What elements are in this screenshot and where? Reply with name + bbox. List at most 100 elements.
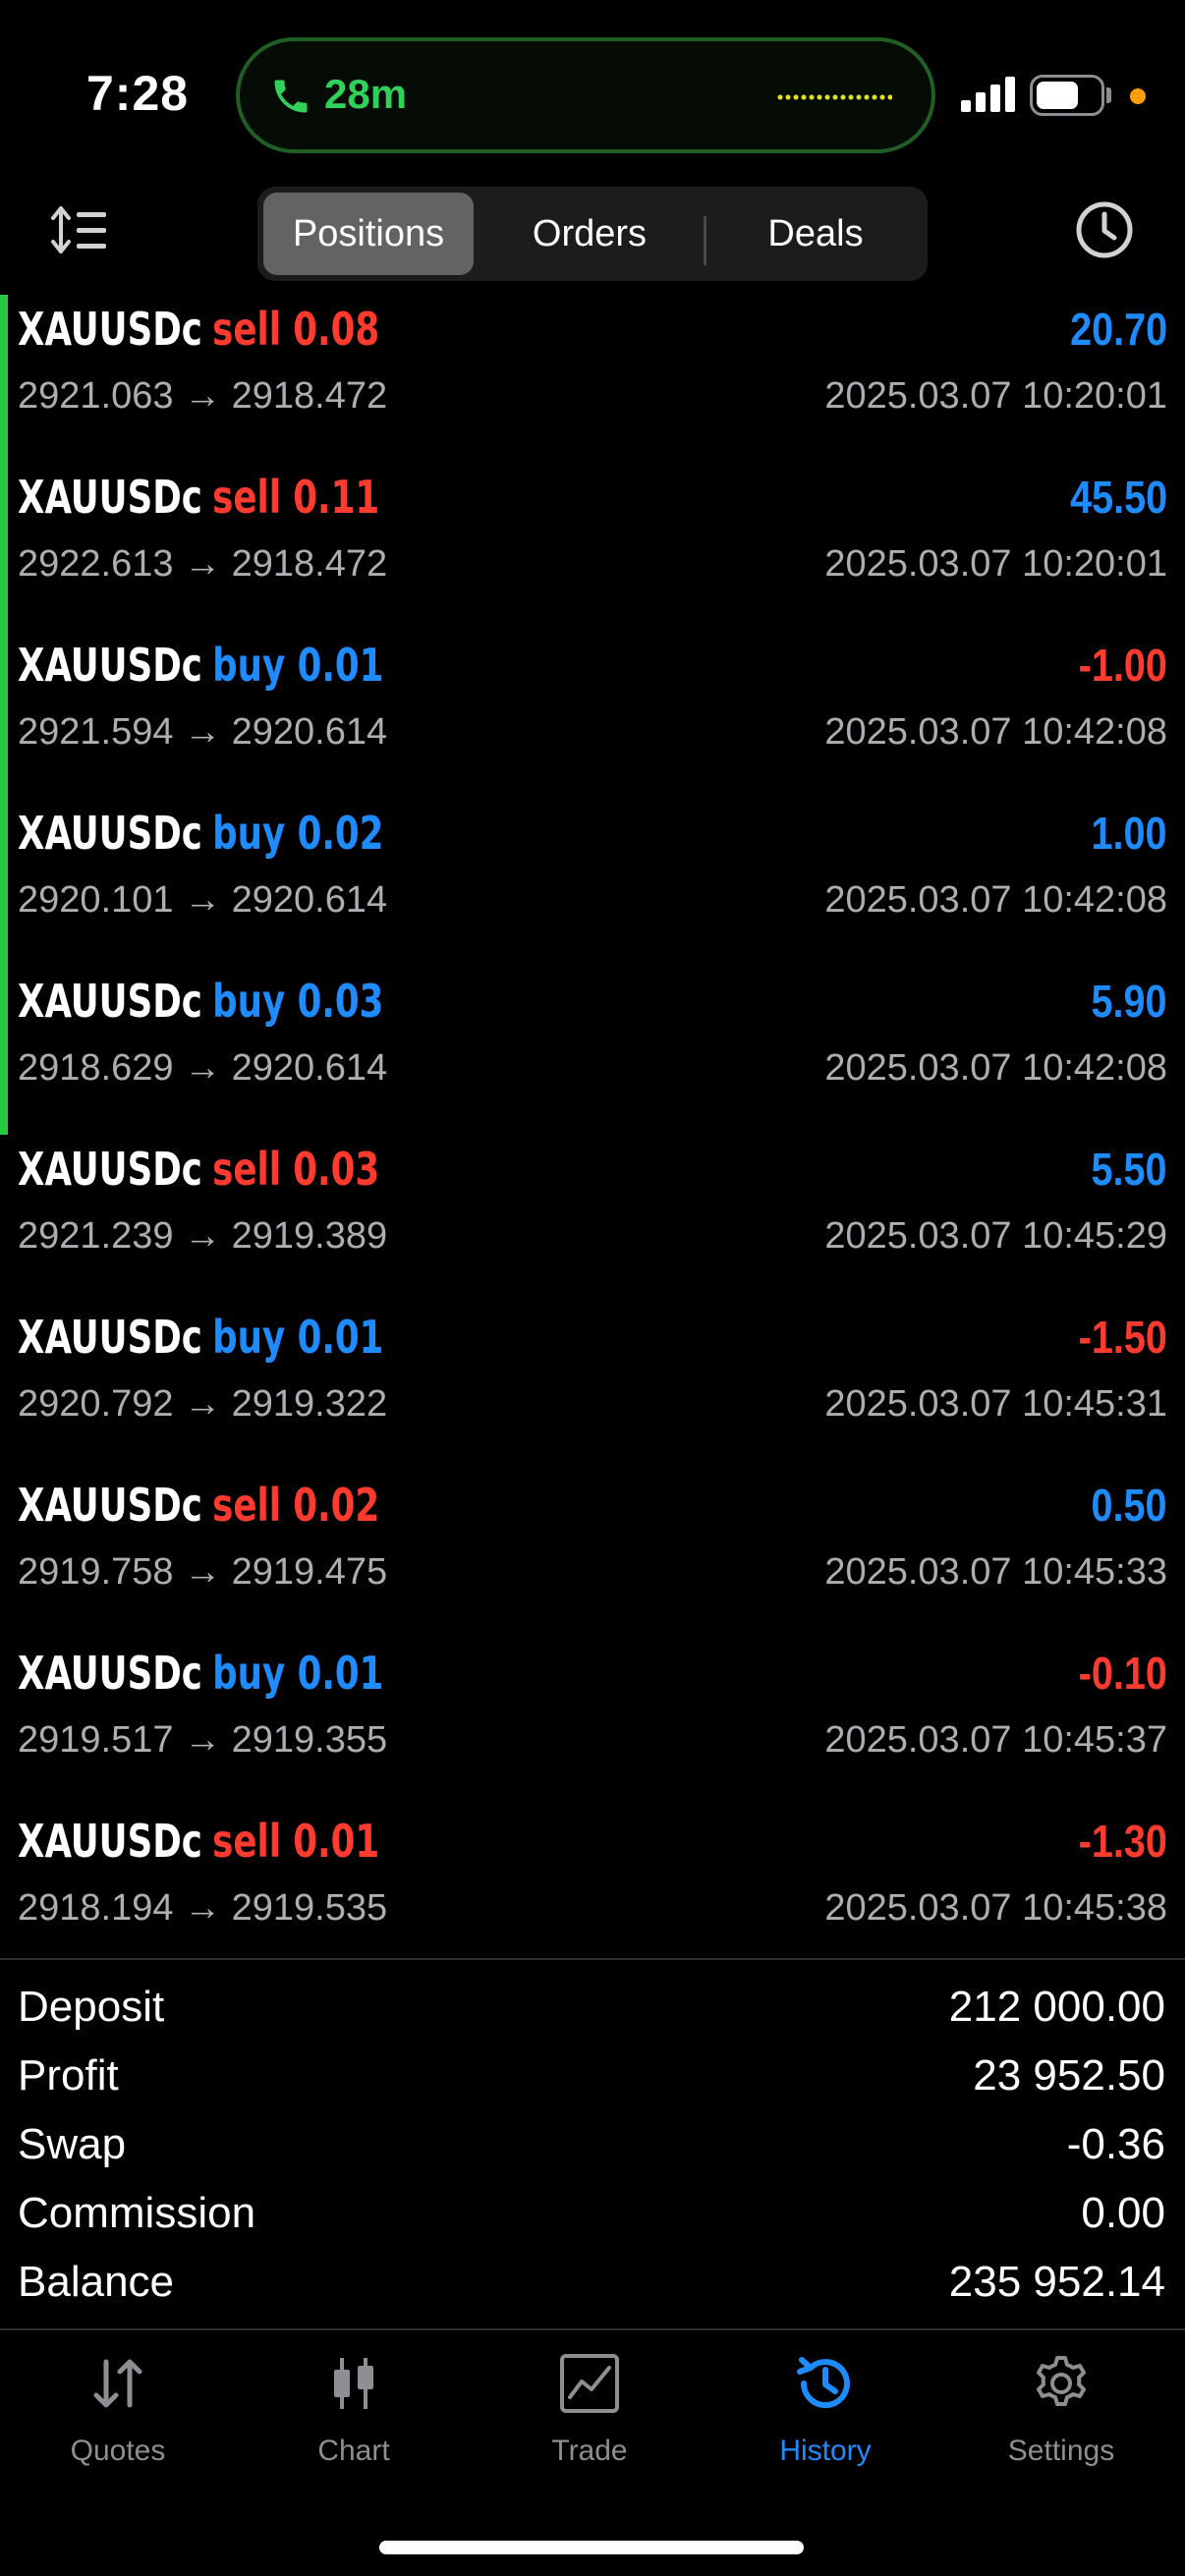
tab-chart[interactable]: Chart bbox=[236, 2332, 472, 2480]
summary-label: Balance bbox=[18, 2258, 175, 2306]
timestamp: 2025.03.07 10:45:37 bbox=[824, 1719, 1167, 1761]
tab-positions[interactable]: Positions bbox=[263, 193, 474, 275]
profit: 0.50 bbox=[1092, 1480, 1167, 1531]
side: sell bbox=[212, 1143, 281, 1196]
symbol: XAUUSDc bbox=[18, 807, 202, 860]
summary-row-swap: Swap -0.36 bbox=[0, 2110, 1185, 2179]
tab-settings[interactable]: Settings bbox=[943, 2332, 1179, 2480]
volume: 0.03 bbox=[297, 975, 384, 1028]
symbol: XAUUSDc bbox=[18, 471, 202, 524]
open-price: 2918.629 bbox=[18, 1047, 174, 1089]
volume: 0.02 bbox=[293, 1479, 380, 1532]
symbol: XAUUSDc bbox=[18, 975, 202, 1028]
account-summary: Deposit 212 000.00 Profit 23 952.50 Swap… bbox=[0, 1973, 1185, 2317]
close-price: 2919.475 bbox=[231, 1551, 388, 1593]
highlight-bar bbox=[0, 295, 8, 463]
tab-label: Trade bbox=[551, 2435, 628, 2467]
timestamp: 2025.03.07 10:45:29 bbox=[824, 1215, 1167, 1257]
summary-row-profit: Profit 23 952.50 bbox=[0, 2042, 1185, 2110]
arrow-icon: → bbox=[184, 1215, 222, 1257]
timestamp: 2025.03.07 10:42:08 bbox=[824, 879, 1167, 921]
list-item[interactable]: XAUUSDc buy 0.01 2920.792 → 2919.322 -1.5… bbox=[0, 1303, 1185, 1471]
quotes-arrows-icon bbox=[93, 2359, 142, 2408]
side: buy bbox=[212, 807, 286, 860]
arrow-icon: → bbox=[184, 1383, 222, 1425]
volume: 0.11 bbox=[293, 471, 380, 524]
profit: -1.50 bbox=[1078, 1312, 1167, 1363]
list-item[interactable]: XAUUSDc buy 0.03 2918.629 → 2920.614 5.90… bbox=[0, 967, 1185, 1135]
side: buy bbox=[212, 639, 286, 692]
list-item[interactable]: XAUUSDc buy 0.02 2920.101 → 2920.614 1.00… bbox=[0, 799, 1185, 967]
list-item[interactable]: XAUUSDc sell 0.03 2921.239 → 2919.389 5.5… bbox=[0, 1135, 1185, 1303]
close-price: 2918.472 bbox=[231, 375, 388, 417]
call-duration: 28m bbox=[324, 71, 408, 117]
history-screen: 7:28 28m Positions Orders Deals XAUUSDc … bbox=[0, 0, 1185, 2576]
symbol: XAUUSDc bbox=[18, 1479, 202, 1532]
close-price: 2919.389 bbox=[231, 1215, 388, 1257]
segmented-control: Positions Orders Deals bbox=[257, 187, 928, 281]
summary-label: Deposit bbox=[18, 1983, 165, 2031]
list-item[interactable]: XAUUSDc sell 0.01 2918.194 → 2919.535 -1.… bbox=[0, 1807, 1185, 1975]
clock-icon[interactable] bbox=[1073, 198, 1136, 261]
volume: 0.01 bbox=[297, 1647, 384, 1700]
symbol: XAUUSDc bbox=[18, 1815, 202, 1868]
profit: -1.00 bbox=[1078, 640, 1167, 691]
open-price: 2922.613 bbox=[18, 543, 174, 585]
mic-indicator bbox=[1130, 88, 1146, 104]
volume: 0.01 bbox=[297, 639, 384, 692]
highlight-bar bbox=[0, 799, 8, 967]
summary-row-commission: Commission 0.00 bbox=[0, 2179, 1185, 2248]
divider bbox=[0, 1958, 1185, 1960]
open-price: 2920.101 bbox=[18, 879, 174, 921]
list-item[interactable]: XAUUSDc sell 0.02 2919.758 → 2919.475 0.5… bbox=[0, 1471, 1185, 1639]
arrow-icon: → bbox=[184, 1719, 222, 1761]
profit: 5.90 bbox=[1092, 976, 1167, 1027]
close-price: 2918.472 bbox=[231, 543, 388, 585]
summary-row-balance: Balance 235 952.14 bbox=[0, 2248, 1185, 2317]
tab-label: History bbox=[779, 2435, 872, 2467]
list-item[interactable]: XAUUSDc sell 0.08 2921.063 → 2918.472 20.… bbox=[0, 295, 1185, 463]
symbol: XAUUSDc bbox=[18, 1647, 202, 1700]
tab-deals[interactable]: Deals bbox=[709, 193, 922, 275]
side: sell bbox=[212, 1815, 281, 1868]
open-price: 2921.594 bbox=[18, 711, 174, 753]
tab-history[interactable]: History bbox=[707, 2332, 943, 2480]
profit: 45.50 bbox=[1069, 472, 1167, 523]
profit: -1.30 bbox=[1078, 1816, 1167, 1867]
list-item[interactable]: XAUUSDc sell 0.11 2922.613 → 2918.472 45.… bbox=[0, 463, 1185, 631]
tab-trade[interactable]: Trade bbox=[472, 2332, 707, 2480]
arrow-icon: → bbox=[184, 1551, 222, 1593]
volume: 0.01 bbox=[297, 1311, 384, 1364]
sort-icon[interactable] bbox=[49, 198, 112, 261]
side: buy bbox=[212, 1647, 286, 1700]
arrow-icon: → bbox=[184, 375, 222, 417]
home-indicator[interactable] bbox=[379, 2541, 804, 2554]
profit: 5.50 bbox=[1092, 1144, 1167, 1195]
close-price: 2920.614 bbox=[231, 1047, 388, 1089]
list-item[interactable]: XAUUSDc buy 0.01 2921.594 → 2920.614 -1.0… bbox=[0, 631, 1185, 799]
tab-quotes[interactable]: Quotes bbox=[0, 2332, 236, 2480]
tab-orders[interactable]: Orders bbox=[480, 193, 700, 275]
phone-icon bbox=[274, 80, 308, 113]
arrow-icon: → bbox=[184, 879, 222, 921]
battery-level bbox=[1037, 82, 1078, 109]
volume: 0.03 bbox=[293, 1143, 380, 1196]
summary-row-deposit: Deposit 212 000.00 bbox=[0, 1973, 1185, 2042]
history-clock-icon bbox=[797, 2357, 850, 2409]
open-price: 2921.063 bbox=[18, 375, 174, 417]
summary-value: 23 952.50 bbox=[973, 2051, 1165, 2100]
trade-chart-icon bbox=[560, 2354, 619, 2413]
highlight-bar bbox=[0, 631, 8, 799]
summary-label: Profit bbox=[18, 2051, 119, 2100]
open-price: 2919.758 bbox=[18, 1551, 174, 1593]
battery-tip bbox=[1106, 87, 1111, 103]
symbol: XAUUSDc bbox=[18, 303, 202, 356]
list-item[interactable]: XAUUSDc buy 0.01 2919.517 → 2919.355 -0.1… bbox=[0, 1639, 1185, 1807]
tab-label: Settings bbox=[1007, 2435, 1115, 2467]
tab-label: Chart bbox=[317, 2435, 390, 2467]
timestamp: 2025.03.07 10:42:08 bbox=[824, 1047, 1167, 1089]
status-bar: 7:28 28m bbox=[0, 0, 1185, 177]
tab-label: Quotes bbox=[70, 2435, 166, 2467]
side: sell bbox=[212, 1479, 281, 1532]
call-pill[interactable]: 28m bbox=[236, 37, 935, 153]
